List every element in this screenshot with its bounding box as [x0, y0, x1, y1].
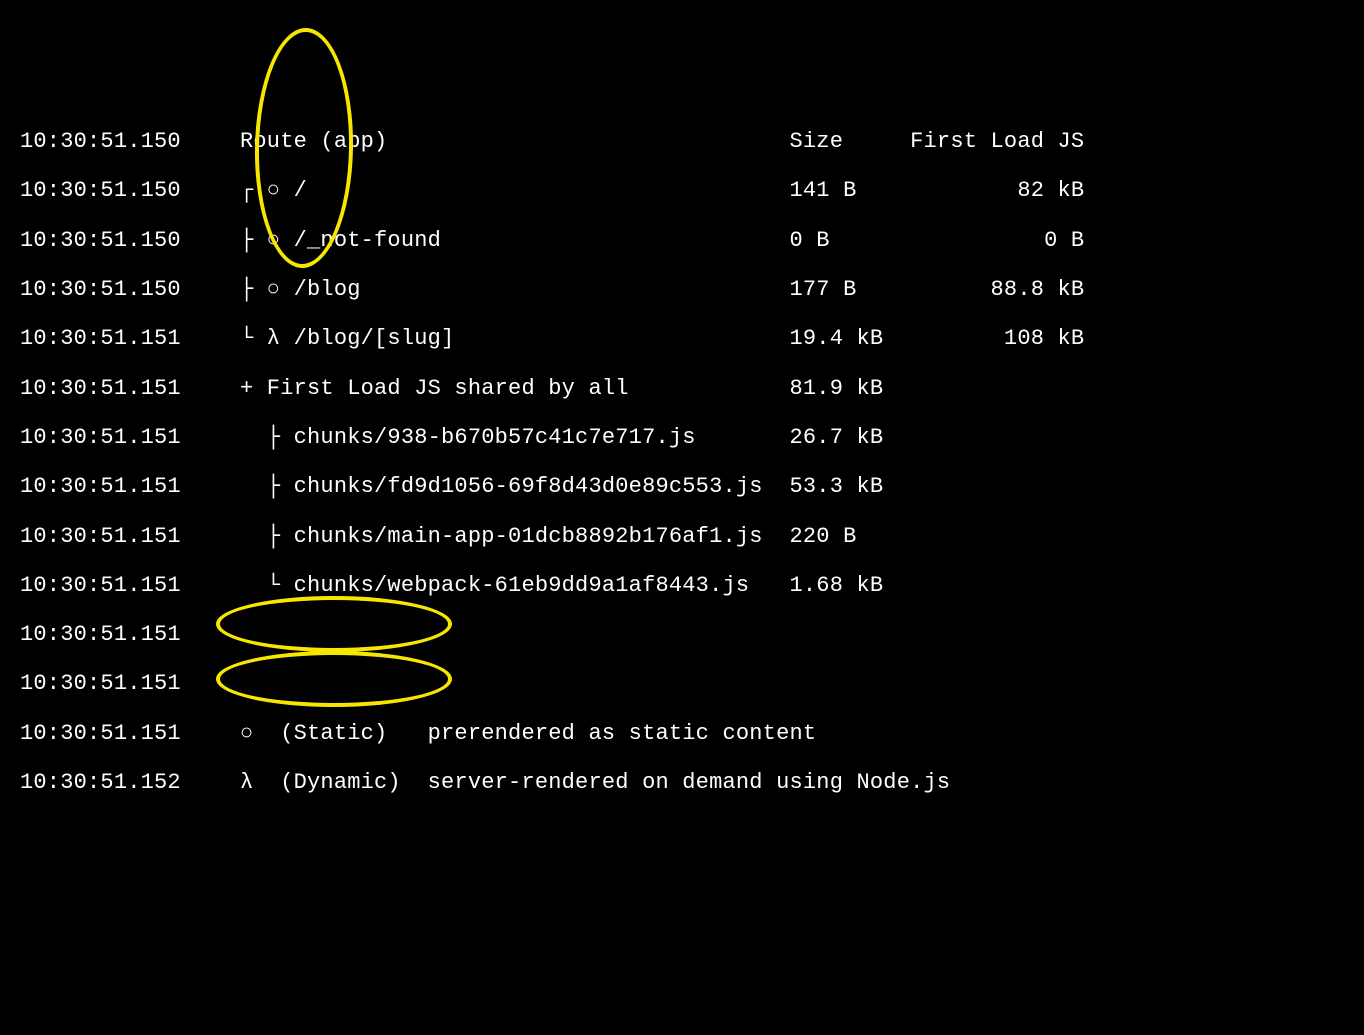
- timestamp: 10:30:51.151: [20, 622, 240, 647]
- timestamp: 10:30:51.151: [20, 524, 240, 549]
- timestamp: 10:30:51.151: [20, 573, 240, 598]
- log-line: 10:30:51.151: [20, 659, 1344, 708]
- timestamp: 10:30:51.151: [20, 425, 240, 450]
- log-content: Route (app) Size First Load JS: [240, 129, 1344, 154]
- log-content: ├ chunks/fd9d1056-69f8d43d0e89c553.js 53…: [240, 474, 1344, 499]
- timestamp: 10:30:51.150: [20, 129, 240, 154]
- log-content: ├ chunks/938-b670b57c41c7e717.js 26.7 kB: [240, 425, 1344, 450]
- timestamp: 10:30:51.151: [20, 376, 240, 401]
- timestamp: 10:30:51.151: [20, 326, 240, 351]
- log-line: 10:30:51.150┌ ○ / 141 B 82 kB: [20, 166, 1344, 215]
- log-content: ├ ○ /_not-found 0 B 0 B: [240, 228, 1344, 253]
- log-line: 10:30:51.150├ ○ /_not-found 0 B 0 B: [20, 216, 1344, 265]
- timestamp: 10:30:51.151: [20, 671, 240, 696]
- log-content: └ λ /blog/[slug] 19.4 kB 108 kB: [240, 326, 1344, 351]
- timestamp: 10:30:51.150: [20, 277, 240, 302]
- log-content: λ (Dynamic) server-rendered on demand us…: [240, 770, 1344, 795]
- log-content: └ chunks/webpack-61eb9dd9a1af8443.js 1.6…: [240, 573, 1344, 598]
- log-line: 10:30:51.151└ λ /blog/[slug] 19.4 kB 108…: [20, 314, 1344, 363]
- log-content: ┌ ○ / 141 B 82 kB: [240, 178, 1344, 203]
- log-content: + First Load JS shared by all 81.9 kB: [240, 376, 1344, 401]
- log-line: 10:30:51.152λ (Dynamic) server-rendered …: [20, 758, 1344, 807]
- timestamp: 10:30:51.150: [20, 178, 240, 203]
- log-line: 10:30:51.151 ├ chunks/main-app-01dcb8892…: [20, 512, 1344, 561]
- log-line: 10:30:51.151: [20, 610, 1344, 659]
- log-line: 10:30:51.150Route (app) Size First Load …: [20, 117, 1344, 166]
- timestamp: 10:30:51.151: [20, 474, 240, 499]
- log-line: 10:30:51.151 ├ chunks/fd9d1056-69f8d43d0…: [20, 462, 1344, 511]
- log-line: 10:30:51.151 ├ chunks/938-b670b57c41c7e7…: [20, 413, 1344, 462]
- log-line: 10:30:51.151+ First Load JS shared by al…: [20, 364, 1344, 413]
- log-content: ├ chunks/main-app-01dcb8892b176af1.js 22…: [240, 524, 1344, 549]
- log-line: 10:30:51.151○ (Static) prerendered as st…: [20, 709, 1344, 758]
- log-content: ○ (Static) prerendered as static content: [240, 721, 1344, 746]
- timestamp: 10:30:51.151: [20, 721, 240, 746]
- log-line: 10:30:51.150├ ○ /blog 177 B 88.8 kB: [20, 265, 1344, 314]
- log-line: 10:30:51.151 └ chunks/webpack-61eb9dd9a1…: [20, 561, 1344, 610]
- log-content: ├ ○ /blog 177 B 88.8 kB: [240, 277, 1344, 302]
- timestamp: 10:30:51.152: [20, 770, 240, 795]
- timestamp: 10:30:51.150: [20, 228, 240, 253]
